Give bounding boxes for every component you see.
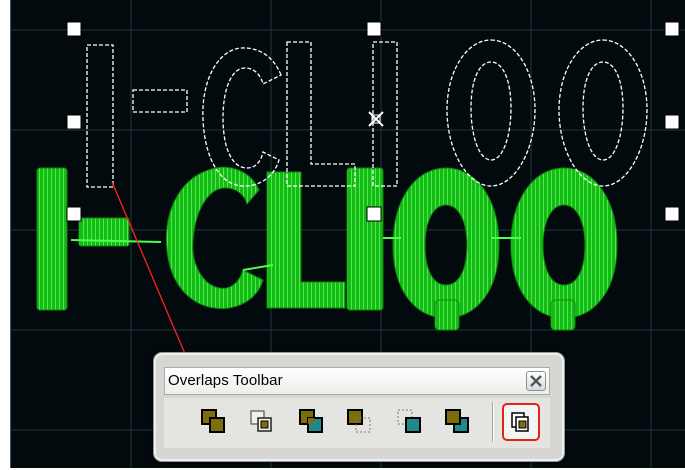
collapsed-overlaps-button[interactable] [502, 403, 540, 441]
stitched-lettering[interactable] [36, 166, 618, 331]
overlap-outline-button[interactable] [246, 406, 278, 438]
handle-top-right[interactable] [664, 21, 680, 37]
two-filled-olive-squares-icon [201, 409, 225, 433]
overlap-dashed-teal-button[interactable] [394, 406, 426, 438]
stitched-letter-c [165, 166, 264, 309]
stitched-letter-i [36, 167, 68, 311]
overlap-olive-dashed-button[interactable] [344, 406, 376, 438]
stacked-pages-icon [511, 412, 529, 432]
toolbar-separator [492, 402, 494, 442]
overlap-olive-front-button[interactable] [442, 406, 474, 438]
outline-letter-i-2 [372, 41, 398, 187]
outline-letter-i [86, 44, 114, 188]
handle-top-center[interactable] [366, 21, 382, 37]
dashed-and-teal-square-icon [397, 409, 421, 433]
outline-lettering[interactable] [86, 39, 648, 188]
handle-top-left[interactable] [66, 21, 82, 37]
outline-letter-c [202, 47, 282, 187]
stitched-letter-o-2 [510, 167, 618, 319]
overlap-teal-front-button[interactable] [296, 406, 328, 438]
stitched-letter-l [266, 171, 346, 309]
close-button[interactable] [526, 371, 546, 391]
olive-and-teal-squares-icon [299, 409, 323, 433]
teal-and-olive-squares-icon [445, 409, 469, 433]
overlaps-toolbar[interactable]: Overlaps Toolbar [153, 352, 565, 462]
handle-bottom-left[interactable] [66, 206, 82, 222]
stitched-letter-i-2 [346, 167, 384, 311]
stitched-letter-o [392, 167, 500, 319]
overlap-both-button[interactable] [198, 406, 230, 438]
stitched-o-tail-2 [550, 299, 576, 331]
toolbar-button-row [164, 398, 550, 448]
toolbar-title-bar[interactable]: Overlaps Toolbar [164, 367, 550, 395]
close-x-icon [530, 375, 542, 387]
two-outline-squares-icon [250, 410, 272, 432]
olive-and-dashed-square-icon [347, 409, 371, 433]
stitched-o-tail [434, 299, 460, 331]
handle-bottom-center[interactable] [366, 206, 382, 222]
outline-letter-l [286, 41, 356, 187]
handle-middle-right[interactable] [664, 114, 680, 130]
outline-letter-o [446, 39, 536, 187]
outline-letter-o-2 [558, 39, 648, 187]
outline-hyphen [132, 89, 188, 113]
handle-middle-left[interactable] [66, 114, 82, 130]
handle-bottom-right[interactable] [664, 206, 680, 222]
toolbar-title: Overlaps Toolbar [168, 372, 283, 389]
